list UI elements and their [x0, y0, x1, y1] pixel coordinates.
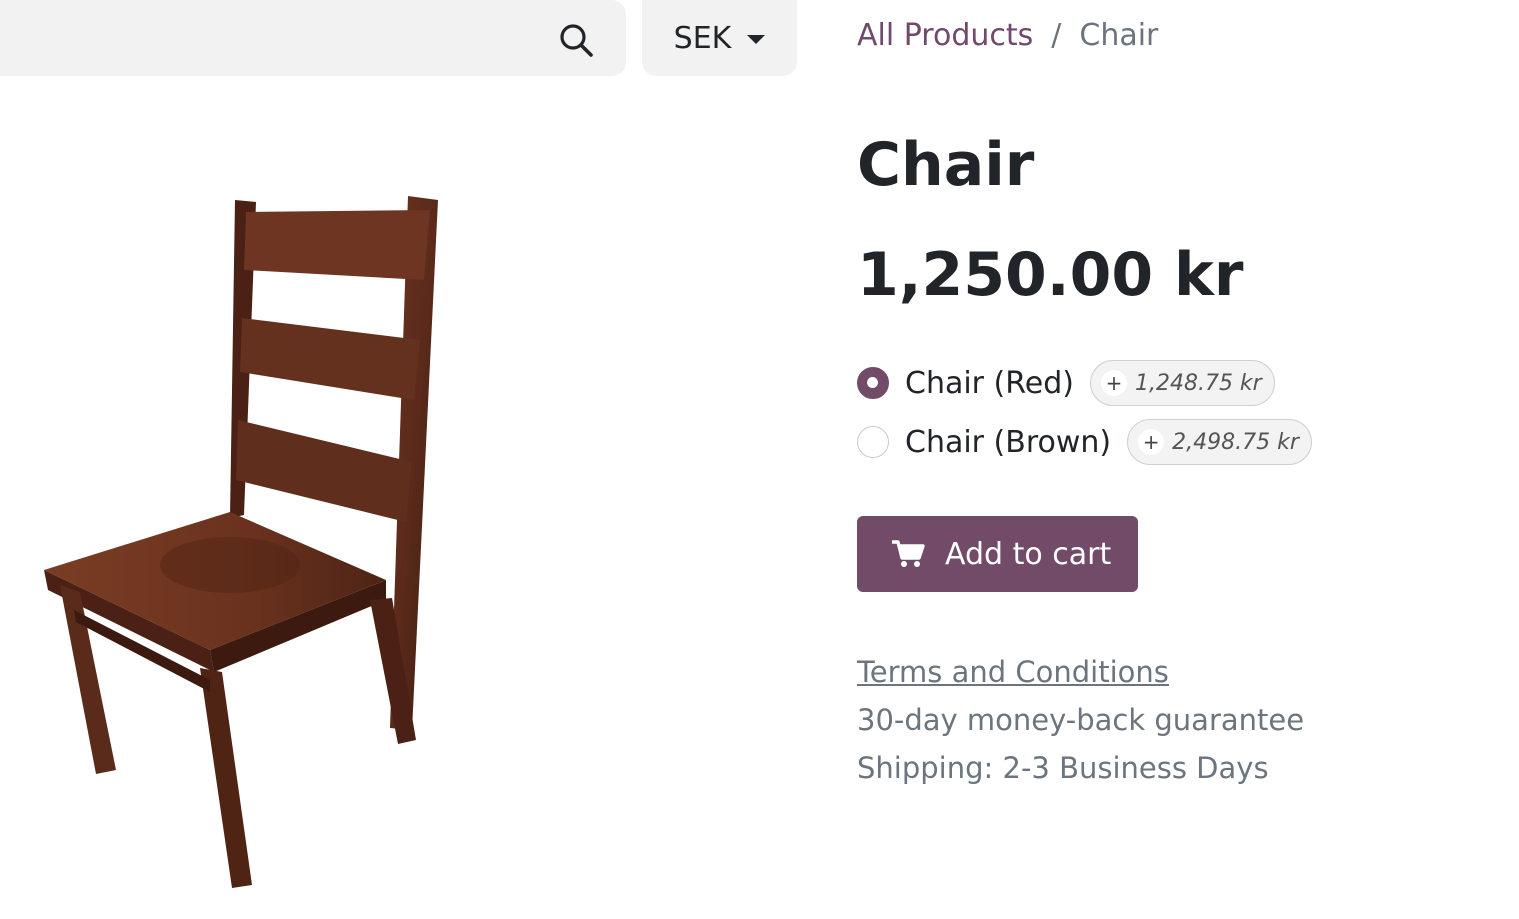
- currency-label: SEK: [673, 20, 732, 56]
- product-price: 1,250.00 kr: [857, 240, 1244, 310]
- currency-dropdown[interactable]: SEK: [642, 0, 797, 76]
- breadcrumb-separator: /: [1051, 18, 1062, 53]
- plus-icon: +: [1138, 429, 1165, 455]
- product-image: [44, 196, 438, 888]
- breadcrumb: All Products / Chair: [857, 18, 1158, 53]
- terms-and-conditions-link[interactable]: Terms and Conditions: [857, 655, 1169, 689]
- product-title: Chair: [857, 130, 1035, 200]
- variant-radio-brown[interactable]: [857, 426, 889, 458]
- money-back-guarantee: 30-day money-back guarantee: [857, 703, 1305, 737]
- add-to-cart-button[interactable]: Add to cart: [857, 516, 1138, 592]
- price-extra-red: 1,248.75 kr: [1134, 370, 1262, 396]
- search-button[interactable]: [550, 18, 602, 62]
- price-extra-badge-red: + 1,248.75 kr: [1089, 360, 1275, 406]
- breadcrumb-all-products[interactable]: All Products: [857, 18, 1033, 53]
- add-to-cart-label: Add to cart: [945, 536, 1112, 572]
- plus-icon: +: [1100, 370, 1127, 396]
- chevron-down-icon: [747, 34, 766, 44]
- search-input[interactable]: [0, 0, 540, 76]
- variant-option-brown[interactable]: Chair (Brown) + 2,498.75 kr: [857, 417, 1312, 467]
- search-box: [0, 0, 626, 76]
- search-icon: [560, 24, 593, 57]
- variant-label-red: Chair (Red): [905, 365, 1074, 401]
- variant-label-brown: Chair (Brown): [905, 424, 1112, 460]
- variant-option-red[interactable]: Chair (Red) + 1,248.75 kr: [857, 358, 1275, 408]
- price-extra-brown: 2,498.75 kr: [1172, 429, 1299, 455]
- breadcrumb-current: Chair: [1079, 18, 1159, 53]
- shopping-cart-icon: [892, 540, 925, 567]
- price-extra-badge-brown: + 2,498.75 kr: [1127, 419, 1312, 465]
- variant-radio-red[interactable]: [857, 367, 889, 399]
- shipping-info: Shipping: 2-3 Business Days: [857, 751, 1269, 785]
